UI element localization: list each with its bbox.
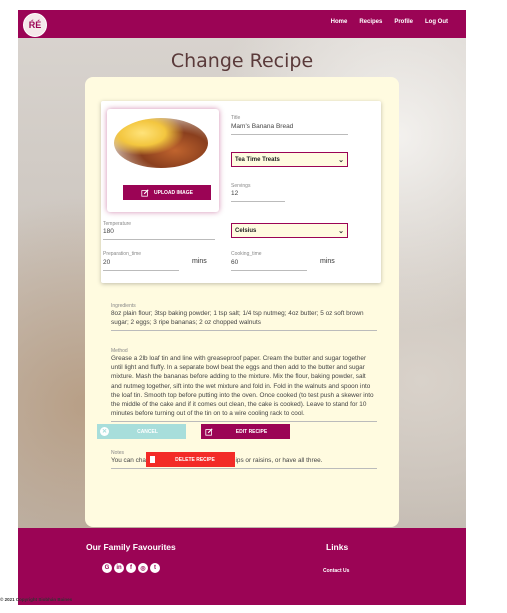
cook-time-underline — [231, 270, 307, 271]
servings-input[interactable]: 12 — [231, 190, 238, 197]
servings-label: Servings — [231, 183, 251, 189]
chevron-down-icon: ⌄ — [338, 157, 344, 164]
prep-time-unit: mins — [192, 258, 207, 265]
edit-icon — [205, 427, 213, 436]
social-links: G in f ◎ t — [102, 563, 160, 573]
nav-profile[interactable]: Profile — [394, 19, 413, 25]
method-underline — [111, 421, 377, 423]
edit-recipe-button[interactable]: EDIT RECIPE — [201, 424, 290, 439]
upload-image-button[interactable]: UPLOAD IMAGE — [123, 185, 211, 200]
recipe-photo — [114, 118, 208, 168]
edit-recipe-label: EDIT RECIPE — [235, 428, 268, 435]
edit-icon — [141, 188, 149, 197]
site-logo[interactable]: ŔÉ — [23, 13, 47, 37]
method-field[interactable]: Method Grease a 2lb loaf tin and line wi… — [111, 348, 377, 423]
copyright-text: © 2021 Copyright Siobhán Baines — [0, 597, 73, 602]
ingredients-field[interactable]: Ingredients 8oz plain flour; 3tsp baking… — [111, 303, 377, 332]
temperature-unit-select[interactable]: Celsius ⌄ — [231, 223, 348, 238]
nav-recipes[interactable]: Recipes — [359, 19, 382, 25]
twitter-icon[interactable]: t — [150, 563, 160, 573]
delete-recipe-button[interactable]: DELETE RECIPE — [146, 452, 235, 467]
method-text[interactable]: Grease a 2lb loaf tin and line with grea… — [111, 354, 377, 418]
title-label: Title — [231, 115, 241, 121]
footer-favourites-title: Our Family Favourites — [86, 542, 176, 552]
footer: Our Family Favourites G in f ◎ t Links C… — [18, 528, 466, 605]
recipe-form-card: UPLOAD IMAGE Title Mam's Banana Bread Te… — [85, 77, 399, 527]
close-icon: ✕ — [100, 427, 109, 436]
page: ŔÉ Home Recipes Profile Log Out Change R… — [18, 10, 466, 605]
cancel-label: CANCEL — [137, 428, 158, 435]
chevron-down-icon: ⌄ — [338, 228, 344, 235]
cook-time-input[interactable]: 60 — [231, 259, 238, 266]
prep-time-input[interactable]: 20 — [103, 259, 110, 266]
category-select[interactable]: Tea Time Treats ⌄ — [231, 152, 348, 167]
notes-underline — [111, 468, 377, 470]
ingredients-text[interactable]: 8oz plain flour; 3tsp baking powder; 1 t… — [111, 309, 377, 327]
servings-underline — [231, 201, 285, 202]
page-title: Change Recipe — [170, 50, 314, 72]
temperature-unit-value: Celsius — [235, 227, 257, 234]
linkedin-icon[interactable]: in — [114, 563, 124, 573]
temperature-label: Temperature — [103, 221, 132, 227]
recipe-details-panel: UPLOAD IMAGE Title Mam's Banana Bread Te… — [101, 101, 381, 283]
delete-recipe-label: DELETE RECIPE — [175, 456, 215, 463]
nav-logout[interactable]: Log Out — [425, 19, 448, 25]
prep-time-underline — [103, 270, 179, 271]
github-icon[interactable]: G — [102, 563, 112, 573]
temperature-underline — [103, 239, 215, 240]
contact-us-link[interactable]: Contact Us — [323, 568, 349, 574]
nav-home[interactable]: Home — [331, 19, 348, 25]
footer-links-title: Links — [326, 542, 349, 552]
instagram-icon[interactable]: ◎ — [138, 563, 148, 573]
title-input[interactable]: Mam's Banana Bread — [231, 123, 293, 130]
facebook-icon[interactable]: f — [126, 563, 136, 573]
recipe-image-box: UPLOAD IMAGE — [107, 109, 219, 212]
temperature-input[interactable]: 180 — [103, 228, 114, 235]
navbar: ŔÉ Home Recipes Profile Log Out — [18, 10, 466, 38]
category-value: Tea Time Treats — [235, 156, 280, 163]
ingredients-underline — [111, 330, 377, 332]
upload-image-label: UPLOAD IMAGE — [154, 189, 193, 196]
prep-time-label: Preparation_time — [103, 251, 142, 257]
nav-links: Home Recipes Profile Log Out — [331, 19, 448, 25]
cook-time-label: Cooking_time — [231, 251, 262, 257]
cancel-button[interactable]: ✕ CANCEL — [97, 424, 186, 439]
cook-time-unit: mins — [320, 258, 335, 265]
title-underline — [231, 134, 348, 135]
